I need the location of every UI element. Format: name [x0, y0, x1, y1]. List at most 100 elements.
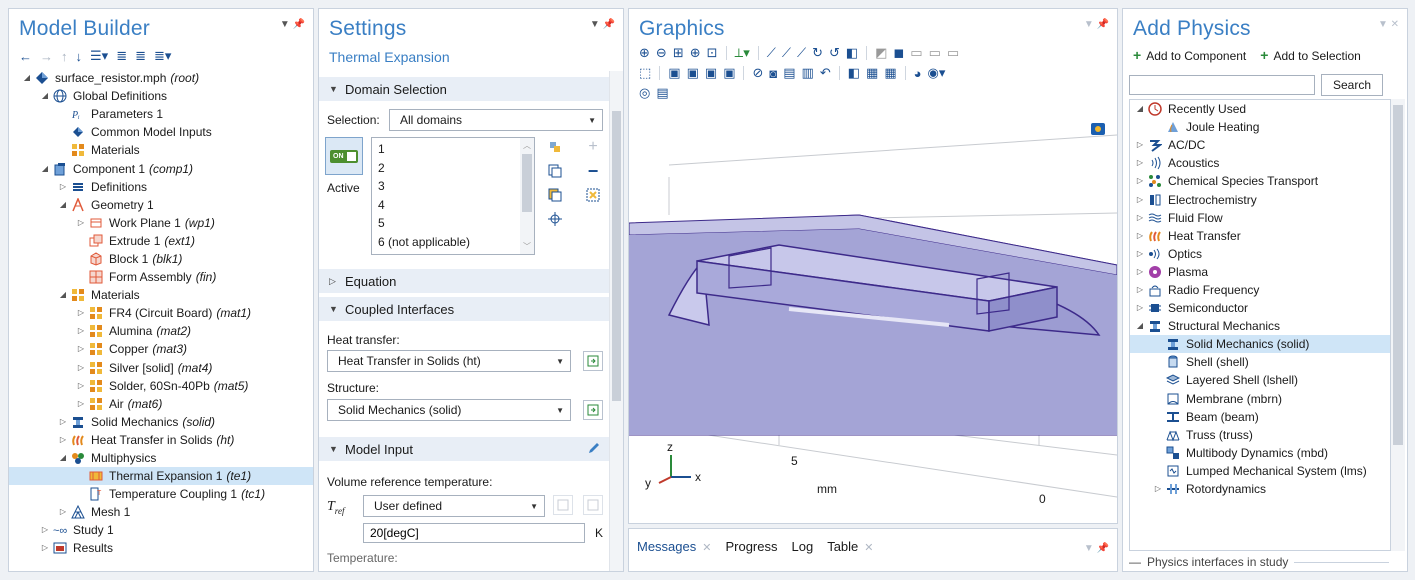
wireframe-icon[interactable]: ◩ — [875, 45, 887, 61]
pane-menu-icon[interactable]: ▼ 📌 — [1084, 19, 1109, 30]
select-edges-icon[interactable]: ▭ — [929, 45, 941, 61]
invert-selection-icon[interactable]: ▣ — [687, 65, 699, 81]
back-arrow-icon[interactable]: ← — [19, 49, 32, 64]
add-icon[interactable]: + — [583, 137, 603, 157]
grid-icon[interactable]: ▦ — [866, 65, 878, 81]
scene-light-icon[interactable]: ◧ — [848, 65, 860, 81]
domain-list-item[interactable]: 2 — [378, 159, 534, 178]
expand-arrow-icon[interactable]: ▷ — [75, 359, 87, 377]
tab-progress[interactable]: Progress — [725, 539, 777, 554]
create-selection-icon[interactable] — [583, 185, 603, 205]
tree-item[interactable]: Block 1 (blk1) — [9, 250, 313, 268]
tree-item[interactable]: ▷ Silver [solid] (mat4) — [9, 359, 313, 377]
expand-arrow-icon[interactable]: ▷ — [75, 340, 87, 358]
light-icon[interactable]: ◧ — [846, 45, 858, 61]
copy-selection-icon[interactable] — [545, 161, 565, 181]
tab-messages[interactable]: Messages ✕ — [637, 539, 711, 554]
expand-arrow-icon[interactable]: ▷ — [1134, 136, 1146, 154]
go-to-source-icon[interactable] — [583, 351, 603, 371]
rotate-right-icon[interactable]: ↺ — [829, 45, 840, 61]
expand-arrow-icon[interactable]: ▷ — [1134, 227, 1146, 245]
tree-item[interactable]: ◢ Recently Used — [1130, 100, 1390, 118]
hide-icon[interactable]: ⊘ — [752, 65, 763, 81]
structure-combo[interactable]: Solid Mechanics (solid) ▼ — [327, 399, 571, 421]
move-down-icon[interactable]: ↓ — [76, 49, 83, 64]
pane-menu-icon[interactable]: ▼ 📌 — [1084, 543, 1109, 554]
selection-combo[interactable]: All domains ▼ — [389, 109, 603, 131]
zoom-box-icon[interactable]: ⊞ — [673, 45, 684, 61]
tree-item[interactable]: ▷ Results — [9, 539, 313, 557]
tree-item[interactable]: ◢ surface_resistor.mph (root) — [9, 69, 313, 87]
active-toggle[interactable]: ON — [325, 137, 363, 175]
paste-selection-icon[interactable] — [545, 137, 565, 157]
tref-mode-combo[interactable]: User defined ▼ — [363, 495, 545, 517]
expand-arrow-icon[interactable]: ▷ — [39, 521, 51, 539]
expand-arrow-icon[interactable]: ▷ — [1152, 480, 1164, 498]
tree-item[interactable]: ▷ Optics — [1130, 245, 1390, 263]
close-icon[interactable]: ✕ — [702, 542, 711, 554]
collapse-arrow-icon[interactable]: ◢ — [57, 196, 69, 214]
select-boundaries-icon[interactable]: ▭ — [910, 45, 922, 61]
tree-item[interactable]: ▷ Solder, 60Sn-40Pb (mat5) — [9, 377, 313, 395]
tree-item[interactable]: ▷ AC/DC — [1130, 136, 1390, 154]
expand-arrow-icon[interactable]: ▷ — [75, 214, 87, 232]
section-domain-selection[interactable]: ▼ Domain Selection — [319, 77, 609, 101]
tree-item[interactable]: ▷ Solid Mechanics (solid) — [9, 413, 313, 431]
tree-item[interactable]: Multibody Dynamics (mbd) — [1130, 444, 1390, 462]
filter-icon[interactable]: ☰▾ — [90, 48, 108, 64]
camera-icon[interactable]: ◎ — [639, 85, 650, 101]
domain-list-item[interactable]: 3 — [378, 177, 534, 196]
search-button[interactable]: Search — [1321, 74, 1383, 96]
tree-item[interactable]: ▷ Work Plane 1 (wp1) — [9, 214, 313, 232]
domain-list-item[interactable]: 4 — [378, 196, 534, 215]
tree-item[interactable]: ▷ Acoustics — [1130, 154, 1390, 172]
domain-list-scrollbar[interactable]: ︿ ﹀ — [520, 138, 534, 254]
tree-item[interactable]: Thermal Expansion 1 (te1) — [9, 467, 313, 486]
collapse-arrow-icon[interactable]: ◢ — [21, 69, 33, 87]
tree-item[interactable]: ▷ Chemical Species Transport — [1130, 172, 1390, 190]
tree-item[interactable]: ▷ Electrochemistry — [1130, 190, 1390, 208]
tree-item[interactable]: ◢ Materials — [9, 286, 313, 304]
tree-item[interactable]: ▷ Definitions — [9, 178, 313, 196]
tree-item[interactable]: ▷ Air (mat6) — [9, 395, 313, 413]
tree-item[interactable]: Membrane (mbrn) — [1130, 390, 1390, 408]
expand-arrow-icon[interactable]: ▷ — [1134, 209, 1146, 227]
remove-icon[interactable]: − — [583, 161, 603, 181]
deselect-icon[interactable]: ▣ — [668, 65, 680, 81]
tree-item[interactable]: Lumped Mechanical System (lms) — [1130, 462, 1390, 480]
select-domains-icon[interactable]: ◼ — [893, 45, 904, 61]
show-more-icon[interactable]: ≣ — [116, 48, 127, 64]
rotate-left-icon[interactable]: ↻ — [812, 45, 823, 61]
settings-scrollbar[interactable] — [609, 71, 623, 571]
heat-transfer-combo[interactable]: Heat Transfer in Solids (ht) ▼ — [327, 350, 571, 372]
close-icon[interactable]: ✕ — [864, 542, 873, 554]
tree-item[interactable]: Layered Shell (lshell) — [1130, 371, 1390, 389]
zoom-selected-icon[interactable]: ⊕ — [690, 45, 701, 61]
tree-item[interactable]: ▷ Copper (mat3) — [9, 340, 313, 358]
yz-plane-icon[interactable]: ⟋ — [782, 45, 791, 61]
zx-plane-icon[interactable]: ⟋ — [797, 45, 806, 61]
tree-item[interactable]: ◢ Component 1 (comp1) — [9, 159, 313, 177]
physics-tree-scrollbar[interactable] — [1391, 99, 1405, 551]
section-coupled-interfaces[interactable]: ▼ Coupled Interfaces — [319, 297, 609, 321]
collapse-arrow-icon[interactable]: ◢ — [1134, 100, 1146, 118]
zoom-in-icon[interactable]: ⊕ — [639, 45, 650, 61]
select-all-icon[interactable]: ▣ — [705, 65, 717, 81]
transparency-icon[interactable]: ▤ — [783, 65, 795, 81]
tref-value-input[interactable] — [363, 523, 585, 543]
section-equation[interactable]: ▷ Equation — [319, 269, 609, 293]
color-theme-icon[interactable]: ◉▾ — [928, 65, 946, 81]
expand-arrow-icon[interactable]: ▷ — [57, 503, 69, 521]
tree-item[interactable]: ▷ Rotordynamics — [1130, 480, 1390, 498]
tree-item[interactable]: ▷ Plasma — [1130, 263, 1390, 281]
tree-item[interactable]: Beam (beam) — [1130, 408, 1390, 426]
tree-item[interactable]: Truss (truss) — [1130, 426, 1390, 444]
tree-item[interactable]: Joule Heating — [1130, 118, 1390, 136]
tree-item[interactable]: ▷ Fluid Flow — [1130, 209, 1390, 227]
zoom-out-icon[interactable]: ⊖ — [656, 45, 667, 61]
tree-item[interactable]: ◢ Geometry 1 — [9, 196, 313, 214]
expand-arrow-icon[interactable]: ▷ — [1134, 154, 1146, 172]
pane-menu-icon[interactable]: ▼ 📌 — [280, 19, 305, 30]
expand-arrow-icon[interactable]: ▷ — [1134, 191, 1146, 209]
pane-menu-icon[interactable]: ▼ 📌 — [590, 19, 615, 30]
